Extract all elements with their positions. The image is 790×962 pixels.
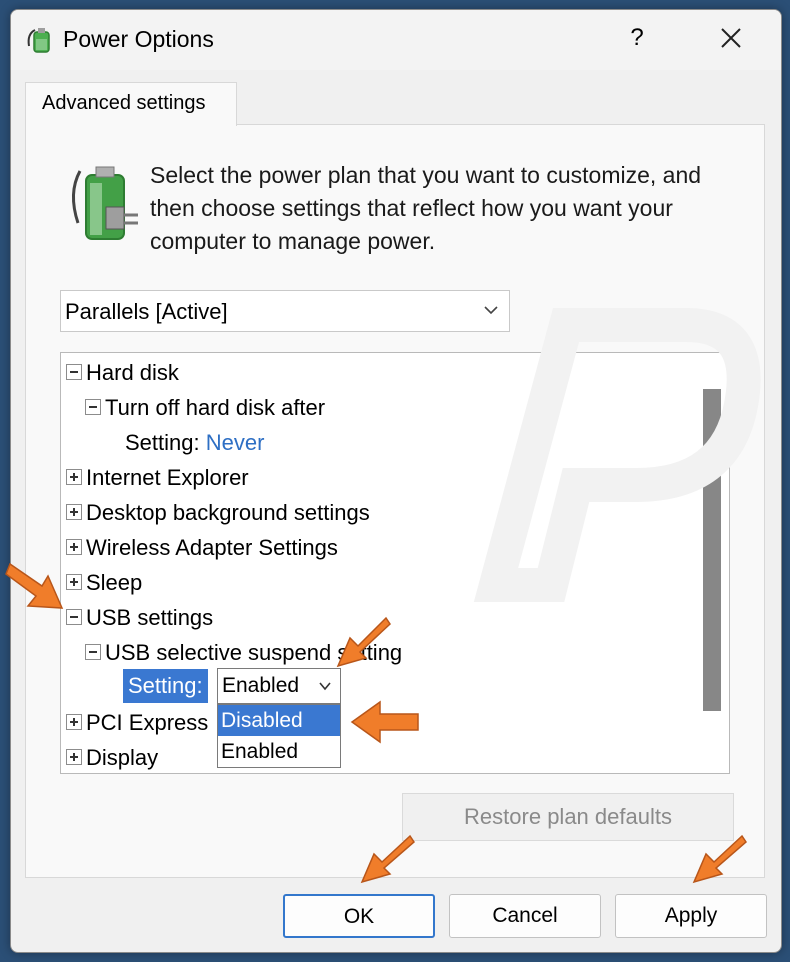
tree-item-usb-settings[interactable]: USB settings	[66, 600, 213, 635]
tree-item-hd-setting[interactable]: Setting: Never	[125, 425, 264, 460]
apply-button[interactable]: Apply	[615, 894, 767, 938]
tree-label: Internet Explorer	[86, 465, 249, 490]
orange-arrow-icon	[5, 562, 64, 609]
dropdown-option-enabled[interactable]: Enabled	[218, 736, 340, 767]
cancel-button[interactable]: Cancel	[449, 894, 601, 938]
expand-icon[interactable]	[66, 749, 82, 766]
power-plan-value: Parallels [Active]	[65, 299, 228, 324]
tree-label: Hard disk	[86, 360, 179, 385]
collapse-icon[interactable]	[85, 644, 101, 661]
title-bar[interactable]: Power Options ?	[11, 10, 781, 70]
orange-arrow-icon	[692, 834, 747, 884]
tree-item-pci-express[interactable]: PCI Express	[66, 705, 208, 740]
window-title: Power Options	[63, 26, 214, 52]
collapse-icon[interactable]	[66, 609, 82, 626]
tree-scrollbar[interactable]	[703, 353, 729, 773]
expand-icon[interactable]	[66, 539, 82, 556]
tree-item-internet-explorer[interactable]: Internet Explorer	[66, 460, 249, 495]
tab-advanced-settings[interactable]: Advanced settings	[25, 82, 237, 126]
tree-label: Wireless Adapter Settings	[86, 535, 338, 560]
tree-label: PCI Express	[86, 710, 209, 735]
instruction-text: Select the power plan that you want to c…	[150, 162, 702, 254]
tree-label: Desktop background settings	[86, 500, 370, 525]
tree-item-wireless-adapter[interactable]: Wireless Adapter Settings	[66, 530, 338, 565]
setting-value-link[interactable]: Never	[206, 430, 265, 455]
tree-item-desktop-background[interactable]: Desktop background settings	[66, 495, 370, 530]
dropdown-option-disabled[interactable]: Disabled	[218, 705, 340, 736]
restore-plan-defaults-button[interactable]: Restore plan defaults	[402, 793, 734, 841]
tree-label: Sleep	[86, 570, 143, 595]
tree-label: Turn off hard disk after	[105, 395, 326, 420]
collapse-icon[interactable]	[85, 399, 101, 416]
scrollbar-thumb[interactable]	[703, 389, 721, 711]
expand-icon[interactable]	[66, 504, 82, 521]
usb-setting-dropdown-list: Disabled Enabled	[217, 704, 341, 768]
power-plug-icon	[27, 28, 50, 53]
chevron-down-icon	[484, 306, 498, 315]
collapse-icon[interactable]	[66, 364, 82, 381]
orange-arrow-icon	[350, 700, 419, 744]
settings-panel: Select the power plan that you want to c…	[25, 124, 765, 878]
power-battery-icon	[72, 166, 138, 240]
tree-item-sleep[interactable]: Sleep	[66, 565, 142, 600]
power-options-window: Power Options ? Advanced settings Select…	[10, 9, 782, 953]
tree-label: USB settings	[86, 605, 214, 630]
orange-arrow-icon	[336, 616, 391, 668]
usb-setting-label-highlighted: Setting:	[123, 669, 208, 703]
expand-icon[interactable]	[66, 714, 82, 731]
expand-icon[interactable]	[66, 469, 82, 486]
orange-arrow-icon	[360, 834, 415, 884]
tree-label: Display	[86, 745, 159, 770]
tree-item-hard-disk[interactable]: Hard disk	[66, 355, 179, 390]
ok-button[interactable]: OK	[283, 894, 435, 938]
usb-setting-select[interactable]: Enabled	[217, 668, 341, 704]
tree-item-turn-off-hard-disk[interactable]: Turn off hard disk after	[85, 390, 325, 425]
tree-item-display[interactable]: Display	[66, 740, 158, 775]
chevron-down-icon	[319, 682, 331, 691]
close-button[interactable]	[713, 20, 749, 56]
help-button[interactable]: ?	[619, 20, 655, 56]
close-icon	[721, 28, 741, 48]
usb-setting-value: Enabled	[222, 674, 300, 697]
expand-icon[interactable]	[66, 574, 82, 591]
setting-label: Setting:	[125, 430, 200, 455]
power-plan-dropdown[interactable]: Parallels [Active]	[60, 290, 510, 332]
